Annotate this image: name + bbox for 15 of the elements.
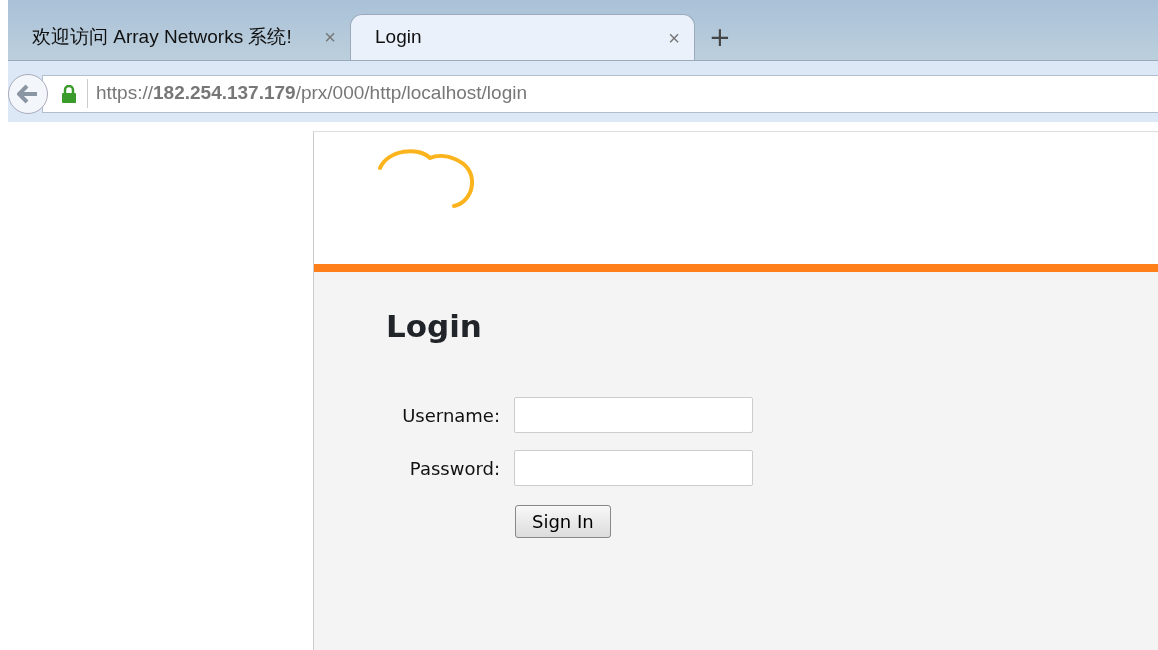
close-tab-button[interactable]: ×	[668, 22, 680, 53]
browser-tab[interactable]: 欢迎访问 Array Networks 系统! ×	[8, 14, 350, 60]
page-heading: Login	[386, 308, 483, 346]
back-button[interactable]	[8, 73, 48, 114]
browser-tab[interactable]: Login ×	[350, 14, 695, 60]
input-field[interactable]	[514, 397, 753, 434]
address-bar[interactable]: https://182.254.137.179/prx/000/http/localhost/login	[42, 74, 1158, 113]
input-field[interactable]	[514, 450, 753, 487]
url-text: https://182.254.137.179/prx/000/http/localhost/login	[87, 79, 527, 108]
new-tab-button[interactable]: +	[709, 14, 731, 60]
field-label: Username:	[401, 403, 501, 428]
back-arrow-icon	[17, 83, 39, 104]
cloud-logo-icon	[378, 146, 474, 208]
sign-in-button[interactable]: Sign In	[515, 505, 611, 539]
field-label: Password:	[408, 456, 501, 481]
